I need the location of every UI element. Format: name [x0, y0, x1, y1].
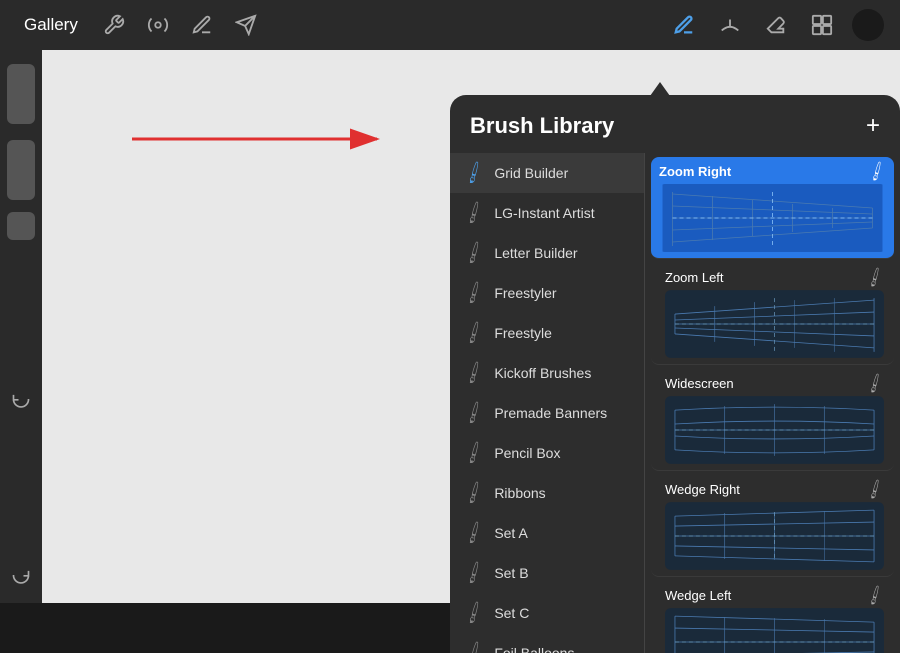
- undo-btn[interactable]: [7, 385, 35, 413]
- preview-brush-icon: 🖌: [863, 584, 887, 608]
- brush-category-label: Set A: [494, 525, 527, 541]
- brush-category-label: Set C: [494, 605, 529, 621]
- preview-brush-icon: 🖌: [863, 478, 887, 502]
- list-item[interactable]: 🖌 Letter Builder: [450, 233, 644, 273]
- preview-canvas-widescreen: [665, 396, 884, 464]
- toolbar-left: Gallery: [16, 9, 656, 41]
- brush-category-icon: 🖌: [460, 519, 488, 546]
- brush-category-label: Grid Builder: [494, 165, 568, 181]
- brush-category-icon: 🖌: [460, 279, 488, 306]
- list-item[interactable]: 🖌 Set C: [450, 593, 644, 633]
- brush-category-icon: 🖌: [460, 599, 488, 626]
- brush-category-icon: 🖌: [460, 359, 488, 386]
- preview-name-wedge-right: Wedge Right: [665, 482, 740, 497]
- preview-header: Wedge Right 🖌: [665, 481, 884, 498]
- brush-category-icon: 🖌: [460, 639, 488, 653]
- preview-brush-icon: 🖌: [865, 160, 889, 184]
- toolbar-right: [668, 9, 884, 41]
- brush-category-label: Kickoff Brushes: [494, 365, 591, 381]
- script-icon[interactable]: [186, 9, 218, 41]
- pen-icon[interactable]: [668, 9, 700, 41]
- list-item[interactable]: 🖌 Pencil Box: [450, 433, 644, 473]
- redo-btn[interactable]: [7, 561, 35, 589]
- brush-category-icon: 🖌: [460, 559, 488, 586]
- brush-category-icon: 🖌: [460, 439, 488, 466]
- brush-library-panel: Brush Library + 🖌 Grid Builder 🖌 LG-Inst…: [450, 95, 900, 653]
- brush-category-icon: 🖌: [460, 239, 488, 266]
- list-item[interactable]: 🖌 Foil Balloons: [450, 633, 644, 653]
- brush-category-icon: 🖌: [460, 479, 488, 506]
- preview-header: Widescreen 🖌: [665, 375, 884, 392]
- add-brush-button[interactable]: +: [866, 114, 880, 138]
- avatar[interactable]: [852, 9, 884, 41]
- preview-header: Zoom Right 🖌: [659, 163, 886, 180]
- brush-preview-wedge-right[interactable]: Wedge Right 🖌: [651, 475, 894, 577]
- list-item[interactable]: 🖌 Set A: [450, 513, 644, 553]
- red-arrow: [122, 125, 392, 153]
- preview-header: Wedge Left 🖌: [665, 587, 884, 604]
- color-btn[interactable]: [7, 212, 35, 240]
- list-item[interactable]: 🖌 Set B: [450, 553, 644, 593]
- list-item[interactable]: 🖌 Premade Banners: [450, 393, 644, 433]
- brush-category-label: Set B: [494, 565, 528, 581]
- modify-icon[interactable]: [142, 9, 174, 41]
- list-item[interactable]: 🖌 Freestyle: [450, 313, 644, 353]
- preview-name-widescreen: Widescreen: [665, 376, 734, 391]
- size-slider[interactable]: [7, 140, 35, 200]
- brush-preview-zoom-right[interactable]: Zoom Right 🖌: [651, 157, 894, 259]
- eraser-icon[interactable]: [760, 9, 792, 41]
- smudge-icon[interactable]: [714, 9, 746, 41]
- list-item[interactable]: 🖌 Kickoff Brushes: [450, 353, 644, 393]
- preview-canvas-wedge-left: [665, 608, 884, 653]
- send-icon[interactable]: [230, 9, 262, 41]
- list-item[interactable]: 🖌 Grid Builder: [450, 153, 644, 193]
- list-item[interactable]: 🖌 Ribbons: [450, 473, 644, 513]
- brush-header: Brush Library +: [450, 95, 900, 153]
- layers-icon[interactable]: [806, 9, 838, 41]
- panel-pointer-arrow: [650, 82, 670, 96]
- brush-category-label: Foil Balloons: [494, 645, 574, 653]
- preview-canvas-wedge-right: [665, 502, 884, 570]
- list-item[interactable]: 🖌 Freestyler: [450, 273, 644, 313]
- brush-category-label: Freestyler: [494, 285, 556, 301]
- brush-preview-list: Zoom Right 🖌: [645, 153, 900, 653]
- brush-preview-wedge-left[interactable]: Wedge Left 🖌: [651, 581, 894, 653]
- gallery-button[interactable]: Gallery: [16, 11, 86, 39]
- brush-category-icon: 🖌: [460, 159, 488, 186]
- brush-category-label: LG-Instant Artist: [494, 205, 594, 221]
- opacity-slider[interactable]: [7, 64, 35, 124]
- brush-category-label: Freestyle: [494, 325, 552, 341]
- brush-category-label: Premade Banners: [494, 405, 607, 421]
- preview-canvas-zoom-right: [659, 184, 886, 252]
- toolbar: Gallery: [0, 0, 900, 50]
- list-item[interactable]: 🖌 LG-Instant Artist: [450, 193, 644, 233]
- preview-name-wedge-left: Wedge Left: [665, 588, 731, 603]
- brush-category-icon: 🖌: [460, 199, 488, 226]
- brush-category-list: 🖌 Grid Builder 🖌 LG-Instant Artist 🖌 Let…: [450, 153, 645, 653]
- brush-category-icon: 🖌: [460, 399, 488, 426]
- brush-library-title: Brush Library: [470, 113, 614, 139]
- left-sidebar: [0, 50, 42, 603]
- brush-category-label: Pencil Box: [494, 445, 560, 461]
- preview-brush-icon: 🖌: [863, 372, 887, 396]
- brush-preview-widescreen[interactable]: Widescreen 🖌: [651, 369, 894, 471]
- wrench-icon[interactable]: [98, 9, 130, 41]
- main-area: Brush Library + 🖌 Grid Builder 🖌 LG-Inst…: [0, 50, 900, 603]
- brush-category-icon: 🖌: [460, 319, 488, 346]
- brush-preview-zoom-left[interactable]: Zoom Left 🖌: [651, 263, 894, 365]
- brush-category-label: Letter Builder: [494, 245, 577, 261]
- preview-name-zoom-left: Zoom Left: [665, 270, 724, 285]
- preview-name-zoom-right: Zoom Right: [659, 164, 731, 179]
- preview-header: Zoom Left 🖌: [665, 269, 884, 286]
- preview-canvas-zoom-left: [665, 290, 884, 358]
- brush-category-label: Ribbons: [494, 485, 545, 501]
- brush-content: 🖌 Grid Builder 🖌 LG-Instant Artist 🖌 Let…: [450, 153, 900, 653]
- preview-brush-icon: 🖌: [863, 266, 887, 290]
